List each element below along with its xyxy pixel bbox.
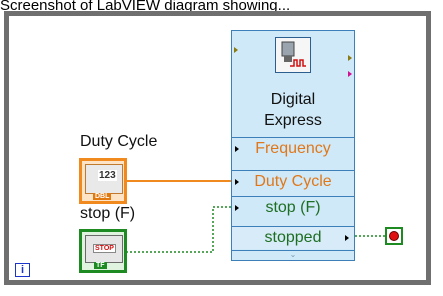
dbl-type-tag: DBL <box>93 193 112 200</box>
stop-label: stop (F) <box>80 205 136 222</box>
wire-layer <box>126 180 385 253</box>
terminal-stop[interactable]: stop (F) <box>232 196 354 219</box>
input-arrow-icon <box>235 205 239 211</box>
output-arrow-icon <box>345 235 349 241</box>
numeric-control-icon: 123 <box>85 164 123 194</box>
input-arrow-icon <box>235 146 239 152</box>
iteration-terminal[interactable]: i <box>15 263 30 277</box>
terminal-label: Frequency <box>255 140 331 157</box>
tf-type-tag: TF <box>94 262 107 269</box>
stop-button-text: STOP <box>93 244 116 253</box>
title-line-1: Digital <box>270 91 316 108</box>
numeric-value: 123 <box>98 170 117 181</box>
terminal-label: Duty Cycle <box>254 173 332 190</box>
resize-grip-icon[interactable]: ⌄ <box>232 250 354 260</box>
terminal-duty-cycle[interactable]: Duty Cycle <box>232 170 354 193</box>
digital-express-vi[interactable]: Digital Express Frequency Duty Cycle sto… <box>231 30 355 261</box>
stop-indicator-terminal[interactable] <box>385 227 403 245</box>
terminal-label: stop (F) <box>265 199 321 216</box>
duty-cycle-label: Duty Cycle <box>80 133 158 150</box>
terminal-label: stopped <box>264 229 322 246</box>
terminal-frequency[interactable]: Frequency <box>232 137 354 160</box>
express-vi-title: Digital Express <box>232 89 354 131</box>
input-arrow-icon <box>235 179 239 185</box>
stop-control-terminal[interactable]: STOP TF <box>79 229 127 273</box>
led-icon <box>389 231 399 241</box>
stop-wire <box>126 206 233 253</box>
digital-waveform-icon <box>275 37 311 73</box>
terminal-stopped[interactable]: stopped <box>232 226 354 249</box>
stop-button-icon: STOP <box>85 235 123 263</box>
title-line-2: Express <box>264 112 322 129</box>
duty-cycle-control-terminal[interactable]: 123 DBL <box>79 158 127 204</box>
